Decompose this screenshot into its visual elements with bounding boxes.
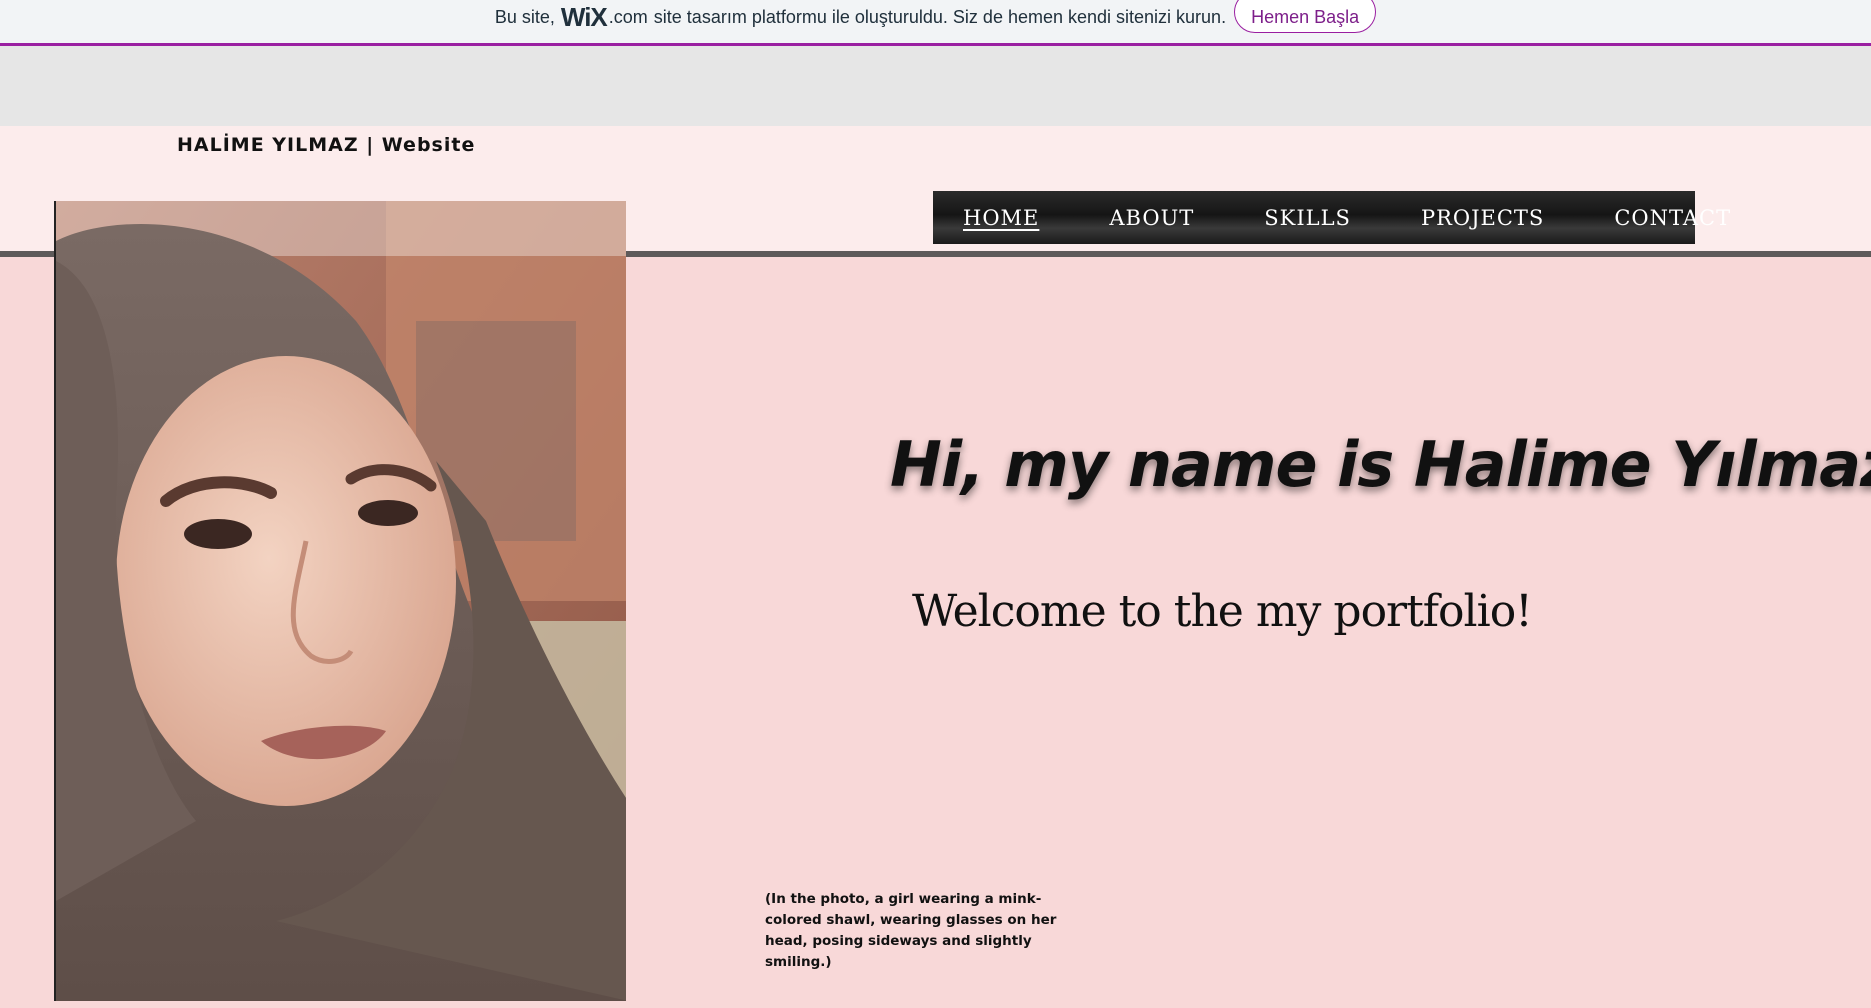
nav-item-projects[interactable]: PROJECTS bbox=[1421, 206, 1544, 230]
top-spacer-strip bbox=[0, 46, 1871, 126]
wix-banner-suffix: site tasarım platformu ile oluşturuldu. … bbox=[653, 6, 1227, 27]
wix-dotcom: .com bbox=[608, 6, 648, 27]
nav-item-contact[interactable]: CONTACT bbox=[1614, 206, 1731, 230]
wix-promo-banner: Bu site, WiX .com site tasarım platformu… bbox=[0, 0, 1871, 46]
main-navigation: HOME ABOUT SKILLS PROJECTS CONTACT bbox=[933, 191, 1730, 244]
wix-banner-prefix: Bu site, bbox=[494, 6, 555, 27]
hero-headline: Hi, my name is Halime Yılmaz bbox=[890, 428, 1871, 501]
wix-logo[interactable]: WiX bbox=[561, 2, 608, 33]
nav-item-about[interactable]: ABOUT bbox=[1109, 206, 1194, 230]
photo-caption: (In the photo, a girl wearing a mink-col… bbox=[765, 891, 1057, 970]
portrait-image bbox=[56, 201, 626, 1001]
wix-banner-content: Bu site, WiX .com site tasarım platformu… bbox=[0, 0, 1871, 34]
get-started-button[interactable]: Hemen Başla bbox=[1234, 0, 1377, 33]
nav-item-home[interactable]: HOME bbox=[963, 206, 1039, 230]
portrait-photo bbox=[54, 201, 626, 1001]
nav-item-skills[interactable]: SKILLS bbox=[1264, 206, 1351, 230]
hero-subheadline: Welcome to the my portfolio! bbox=[912, 586, 1533, 637]
site-title[interactable]: HALİME YILMAZ | Website bbox=[177, 134, 475, 156]
